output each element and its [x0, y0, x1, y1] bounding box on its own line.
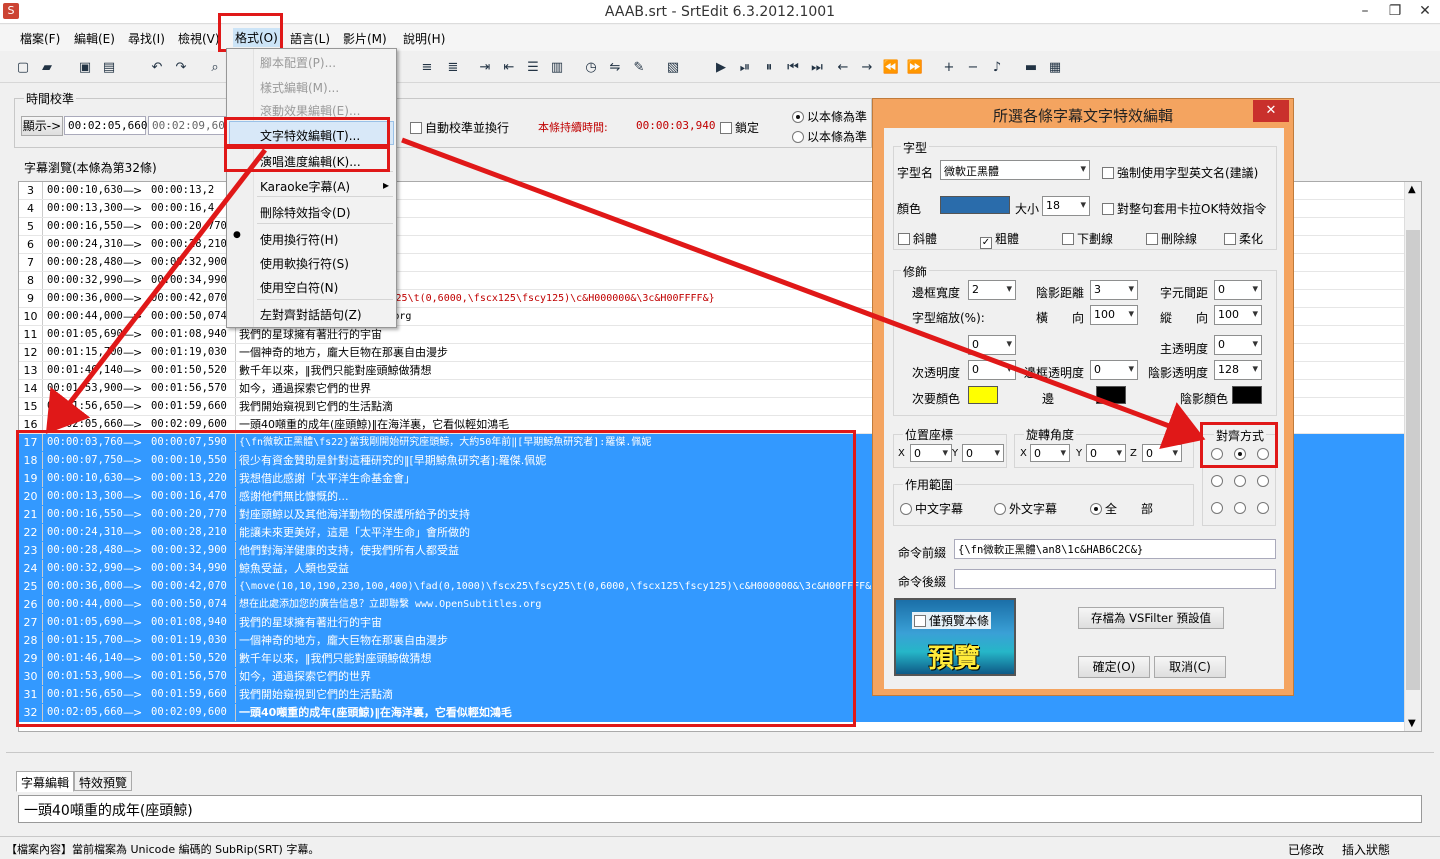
status-modified: 已修改: [1288, 843, 1325, 857]
srtedit-window: S AAAB.srt - SrtEdit 6.3.2012.1001 – ❐ ✕…: [0, 0, 1440, 859]
status-file-info: 【檔案內容】當前檔案為 Unicode 編碼的 SubRip(SRT) 字幕。: [6, 843, 320, 856]
divider: [6, 752, 1434, 753]
annotation-arrows: [45, 137, 1206, 449]
status-insert-mode: 插入狀態: [1342, 843, 1391, 857]
tab-effect-preview[interactable]: 特效預覽: [74, 771, 133, 791]
arrow-to-selection: [45, 148, 267, 434]
subtitle-edit-field[interactable]: 一頭40噸重的成年(座頭鯨): [18, 795, 1422, 823]
tab-subtitle-edit[interactable]: 字幕編輯: [16, 771, 75, 792]
bottom-tabs: 字幕編輯 特效預覽: [14, 771, 1434, 792]
arrow-to-alignment: [401, 137, 1206, 449]
status-bar: 【檔案內容】當前檔案為 Unicode 編碼的 SubRip(SRT) 字幕。 …: [0, 836, 1440, 859]
